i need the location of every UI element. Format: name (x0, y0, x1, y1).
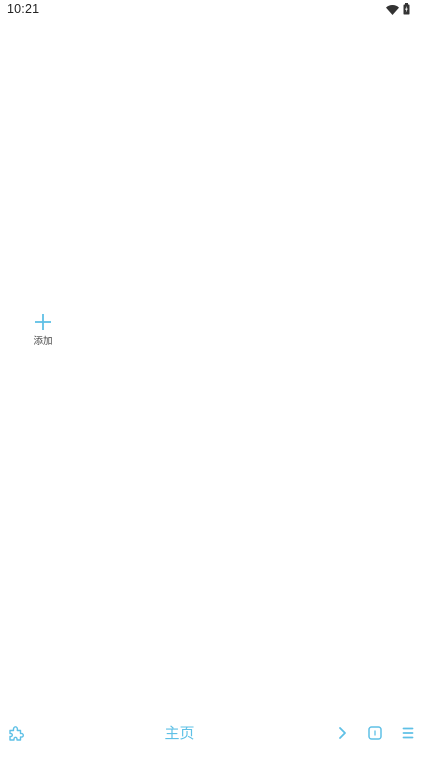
status-time: 10:21 (7, 2, 40, 16)
bottom-toolbar: 主页 (0, 715, 425, 757)
add-button[interactable]: 添加 (26, 307, 60, 351)
wifi-icon (386, 0, 399, 19)
battery-icon (403, 0, 410, 19)
add-label: 添加 (33, 336, 53, 347)
plus-icon (34, 313, 52, 331)
menu-icon[interactable] (398, 723, 418, 743)
home-title[interactable]: 主页 (0, 722, 359, 743)
tabs-icon[interactable] (365, 723, 385, 743)
status-bar: 10:21 (0, 0, 425, 22)
status-icons (386, 2, 410, 16)
chevron-right-icon[interactable] (332, 723, 352, 743)
